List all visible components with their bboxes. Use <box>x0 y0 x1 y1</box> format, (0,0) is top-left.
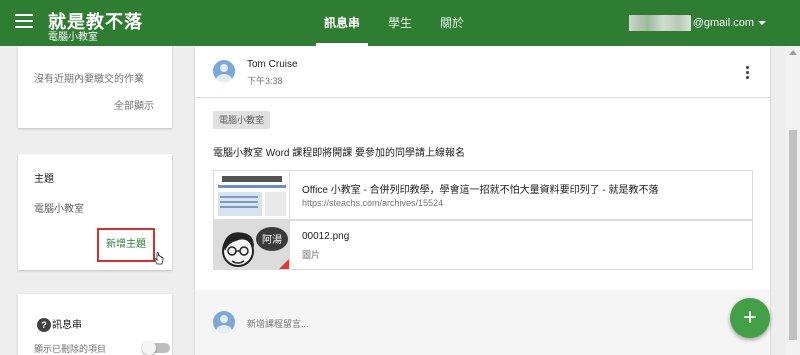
no-upcoming-text: 沒有近期內要繳交的作業 <box>34 74 144 85</box>
show-deleted-toggle[interactable] <box>142 341 170 355</box>
hand-cursor-icon <box>154 252 164 265</box>
class-subtitle: 電腦小教室 <box>48 32 98 43</box>
class-comment-bar[interactable]: 新增課程留言... <box>195 290 770 355</box>
attachment-filename: 00012.png <box>302 231 350 242</box>
tab-stream[interactable]: 訊息串 <box>310 0 374 46</box>
comment-input[interactable]: 新增課程留言... <box>247 317 309 330</box>
attachment-type: 圖片 <box>302 250 321 260</box>
scrollbar-thumb[interactable] <box>789 130 797 340</box>
avatar <box>213 60 235 82</box>
attachment-link[interactable]: Office 小教室 - 合併列印教學，學會這一招就不怕大量資料要印列了 - 就… <box>213 170 753 220</box>
add-button[interactable]: + <box>730 298 770 338</box>
topic-chip[interactable]: 電腦小教室 <box>213 111 271 129</box>
show-all-link[interactable]: 全部顯示 <box>114 97 154 112</box>
post-header: Tom Cruise 下午3:38 <box>195 46 770 98</box>
menu-icon[interactable] <box>15 14 33 28</box>
tab-about[interactable]: 關於 <box>426 0 478 46</box>
announcement-post: Tom Cruise 下午3:38 電腦小教室 電腦小教室 Word 課程即將開… <box>195 46 770 290</box>
scrollbar[interactable] <box>786 46 800 355</box>
webpage-thumbnail <box>214 171 290 219</box>
scroll-up-icon[interactable] <box>789 50 797 55</box>
topic-item[interactable]: 電腦小教室 <box>34 200 84 215</box>
post-time: 下午3:38 <box>247 76 283 86</box>
redacted-email-mask <box>628 15 691 31</box>
tab-students[interactable]: 學生 <box>374 0 426 46</box>
stream-settings-card: 訊息串 ? 顯示已刪除的項目 <box>18 294 172 355</box>
post-body: 電腦小教室 Word 課程即將開課 要參加的同學請上線報名 <box>213 148 466 159</box>
attachment-image[interactable]: 阿湯 00012.png 圖片 <box>213 220 753 270</box>
upcoming-card: 沒有近期內要繳交的作業 全部顯示 <box>18 46 172 128</box>
attachment-title: Office 小教室 - 合併列印教學，學會這一招就不怕大量資料要印列了 - 就… <box>302 185 659 196</box>
attachment-url: https://steachs.com/archives/15524 <box>302 198 444 208</box>
more-vert-icon[interactable] <box>746 66 750 80</box>
account-menu[interactable]: @gmail.com <box>628 15 766 31</box>
tab-bar: 訊息串 學生 關於 <box>310 0 478 46</box>
toggle-knob <box>142 341 156 355</box>
show-deleted-label: 顯示已刪除的項目 <box>34 344 107 354</box>
add-topic-button[interactable]: 新增主題 <box>97 228 155 262</box>
corner-marker <box>279 259 289 269</box>
help-icon[interactable]: ? <box>37 318 51 332</box>
thumb-badge-text: 阿湯 <box>262 233 282 246</box>
account-email: @gmail.com <box>692 17 754 29</box>
topics-card: 主題 電腦小教室 新增主題 <box>18 154 172 270</box>
image-thumbnail: 阿湯 <box>214 221 290 269</box>
avatar <box>213 311 235 333</box>
chevron-down-icon <box>758 21 766 25</box>
author-name: Tom Cruise <box>247 59 298 70</box>
top-app-bar: 就是教不落 電腦小教室 訊息串 學生 關於 @gmail.com <box>0 0 800 46</box>
topics-heading: 主題 <box>34 174 54 185</box>
